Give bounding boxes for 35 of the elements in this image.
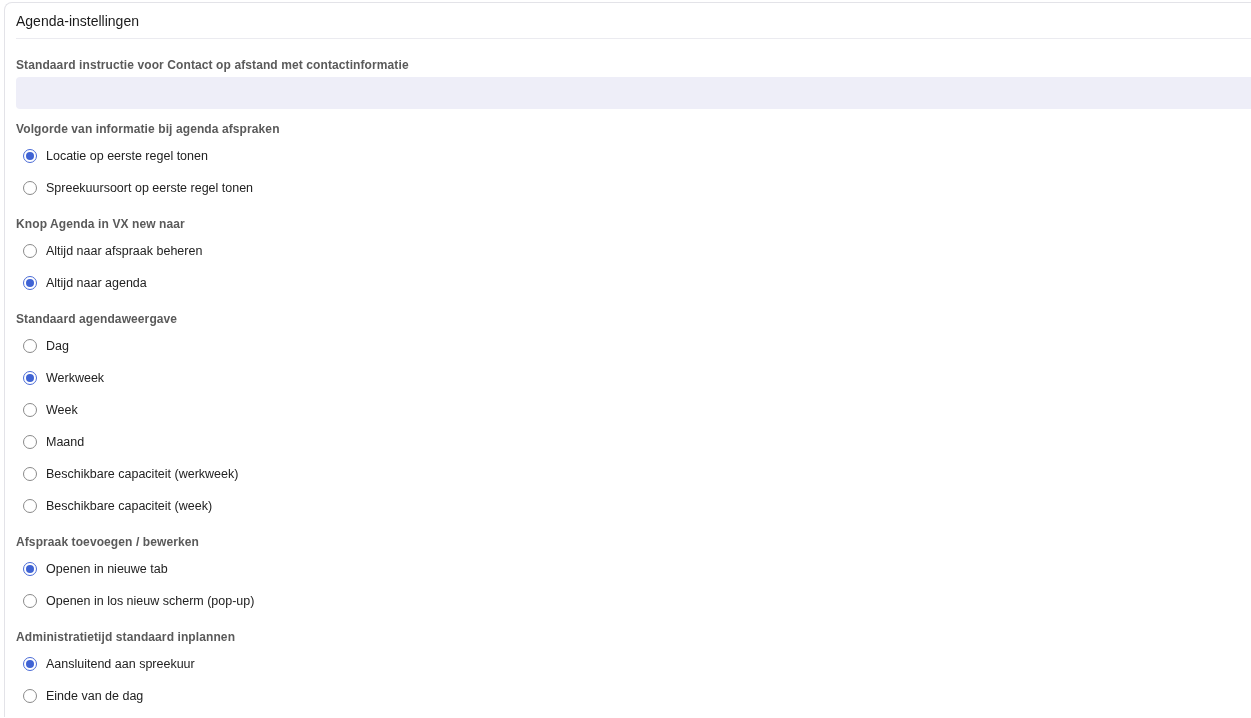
radio-button[interactable] xyxy=(23,244,37,258)
option-label: Altijd naar agenda xyxy=(46,276,147,290)
option-label: Locatie op eerste regel tonen xyxy=(46,149,208,163)
option-label: Openen in los nieuw scherm (pop-up) xyxy=(46,594,255,608)
radio-button[interactable] xyxy=(23,435,37,449)
option-label: Openen in nieuwe tab xyxy=(46,562,168,576)
radio-button[interactable] xyxy=(23,149,37,163)
option-label: Beschikbare capaciteit (werkweek) xyxy=(46,467,239,481)
field-label: Standaard instructie voor Contact op afstand met contactinformatie xyxy=(16,57,409,73)
radio-button[interactable] xyxy=(23,657,37,671)
radio-button[interactable] xyxy=(23,181,37,195)
group-label: Standaard agendaweergave xyxy=(16,311,178,327)
option-label: Beschikbare capaciteit (week) xyxy=(46,499,213,513)
radio-button[interactable] xyxy=(23,467,37,481)
card-title: Agenda-instellingen xyxy=(15,12,140,29)
option-label: Einde van de dag xyxy=(46,689,144,703)
group-label: Volgorde van informatie bij agenda afspraken xyxy=(16,121,280,137)
option-label: Dag xyxy=(46,339,69,353)
option-label: Week xyxy=(46,403,78,417)
radio-button[interactable] xyxy=(23,276,37,290)
option-label: Spreekuursoort op eerste regel tonen xyxy=(46,181,254,195)
radio-button[interactable] xyxy=(23,499,37,513)
radio-button[interactable] xyxy=(23,371,37,385)
radio-button[interactable] xyxy=(23,562,37,576)
option-label: Altijd naar afspraak beheren xyxy=(46,244,203,258)
group-label: Administratietijd standaard inplannen xyxy=(16,629,236,645)
radio-button[interactable] xyxy=(23,403,37,417)
group-label: Knop Agenda in VX new naar xyxy=(16,216,185,232)
radio-button[interactable] xyxy=(23,339,37,353)
option-label: Werkweek xyxy=(46,371,105,385)
group-label: Afspraak toevoegen / bewerken xyxy=(16,534,199,550)
radio-button[interactable] xyxy=(23,594,37,608)
option-label: Aansluitend aan spreekuur xyxy=(46,657,195,671)
option-label: Maand xyxy=(46,435,85,449)
radio-button[interactable] xyxy=(23,689,37,703)
